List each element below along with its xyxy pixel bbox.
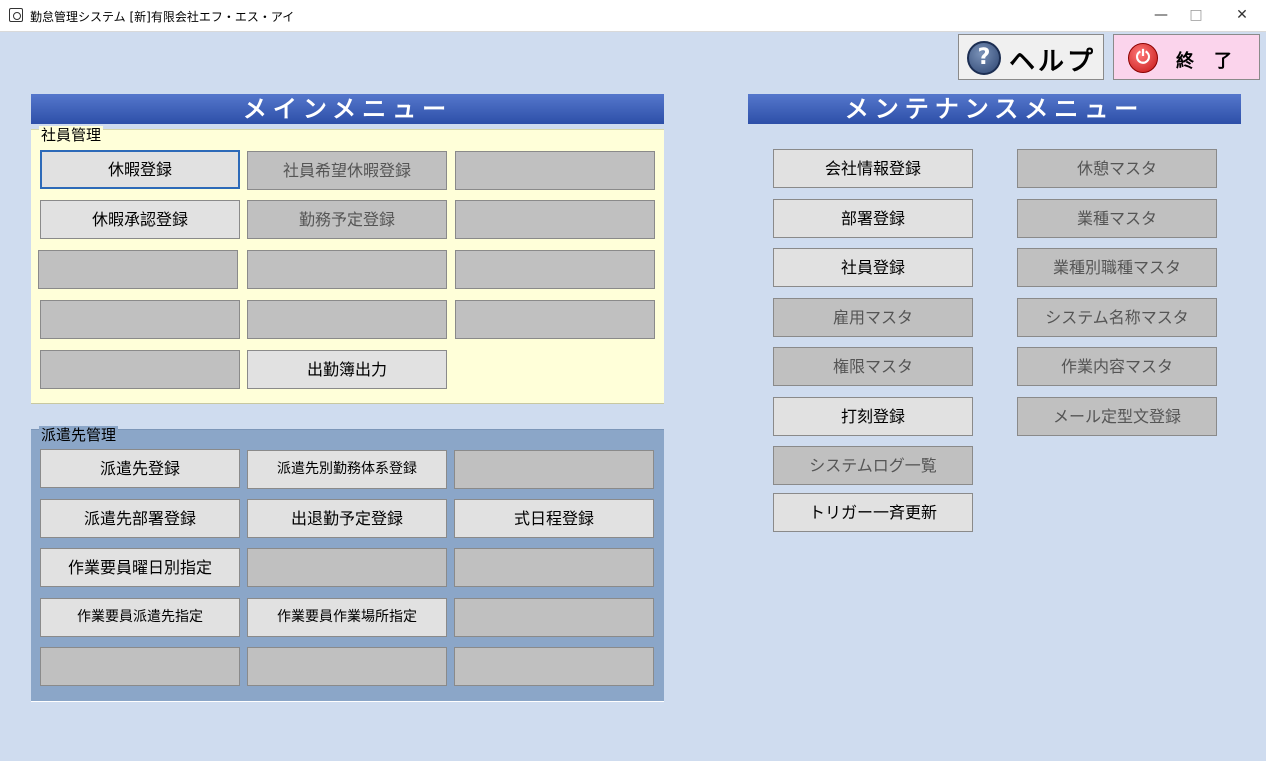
dispatch-button-5[interactable]: 式日程登録 xyxy=(454,499,654,538)
employee-button-3[interactable]: 休暇承認登録 xyxy=(40,200,240,239)
main-menu-header: メインメニュー xyxy=(31,94,664,124)
employee-button-2 xyxy=(455,151,655,190)
dispatch-button-4[interactable]: 出退勤予定登録 xyxy=(247,499,447,538)
employee-button-8 xyxy=(455,250,655,289)
employee-button-12 xyxy=(40,350,240,389)
dispatch-management-group: 派遣先管理 派遣先登録 派遣先別勤務体系登録 派遣先部署登録 出退勤予定登録 式日程登録… xyxy=(31,426,664,702)
dispatch-button-0[interactable]: 派遣先登録 xyxy=(40,449,240,488)
help-icon: ? xyxy=(967,41,1001,75)
maintenance-right-button-0[interactable]: 休憩マスタ xyxy=(1017,149,1217,188)
app-icon[interactable] xyxy=(9,8,23,22)
maintenance-right-button-5[interactable]: メール定型文登録 xyxy=(1017,397,1217,436)
dispatch-button-1[interactable]: 派遣先別勤務体系登録 xyxy=(247,450,447,489)
maintenance-left-button-5[interactable]: 打刻登録 xyxy=(773,397,973,436)
maintenance-left-button-2[interactable]: 社員登録 xyxy=(773,248,973,287)
title-bar: 勤怠管理システム [新]有限会社エフ・エス・アイ — □ ✕ xyxy=(0,0,1266,32)
exit-label: 終了 xyxy=(1176,51,1252,72)
maintenance-right-button-2[interactable]: 業種別職種マスタ xyxy=(1017,248,1217,287)
maintenance-menu-header: メンテナンスメニュー xyxy=(748,94,1241,124)
dispatch-management-label: 派遣先管理 xyxy=(39,426,119,444)
maintenance-right-button-4[interactable]: 作業内容マスタ xyxy=(1017,347,1217,386)
employee-button-4[interactable]: 勤務予定登録 xyxy=(247,200,447,239)
employee-button-13[interactable]: 出勤簿出力 xyxy=(247,350,447,389)
window-title: 勤怠管理システム [新]有限会社エフ・エス・アイ xyxy=(30,10,295,24)
dispatch-button-11 xyxy=(454,598,654,637)
dispatch-button-2 xyxy=(454,450,654,489)
employee-management-label: 社員管理 xyxy=(39,126,104,144)
employee-button-1[interactable]: 社員希望休暇登録 xyxy=(247,151,447,190)
power-icon: ⏻ xyxy=(1128,43,1158,73)
close-button[interactable]: ✕ xyxy=(1219,0,1265,31)
maintenance-left-button-3[interactable]: 雇用マスタ xyxy=(773,298,973,337)
employee-button-7 xyxy=(247,250,447,289)
dispatch-button-14 xyxy=(454,647,654,686)
maintenance-left-button-1[interactable]: 部署登録 xyxy=(773,199,973,238)
maintenance-right-button-1[interactable]: 業種マスタ xyxy=(1017,199,1217,238)
help-label: ヘルプ xyxy=(1009,47,1097,77)
maximize-button[interactable]: □ xyxy=(1173,0,1219,31)
dispatch-button-12 xyxy=(40,647,240,686)
employee-button-9 xyxy=(40,300,240,339)
maintenance-right-button-3[interactable]: システム名称マスタ xyxy=(1017,298,1217,337)
maintenance-left-button-7[interactable]: トリガー一斉更新 xyxy=(773,493,973,532)
employee-button-0[interactable]: 休暇登録 xyxy=(40,150,240,189)
dispatch-button-6[interactable]: 作業要員曜日別指定 xyxy=(40,548,240,587)
employee-button-5 xyxy=(455,200,655,239)
employee-button-6 xyxy=(38,250,238,289)
maintenance-left-button-6[interactable]: システムログ一覧 xyxy=(773,446,973,485)
dispatch-button-3[interactable]: 派遣先部署登録 xyxy=(40,499,240,538)
employee-button-10 xyxy=(247,300,447,339)
employee-button-11 xyxy=(455,300,655,339)
maintenance-left-button-0[interactable]: 会社情報登録 xyxy=(773,149,973,188)
exit-button[interactable]: ⏻ 終了 xyxy=(1113,34,1260,80)
dispatch-button-7 xyxy=(247,548,447,587)
help-button[interactable]: ? ヘルプ xyxy=(958,34,1104,80)
dispatch-button-9[interactable]: 作業要員派遣先指定 xyxy=(40,598,240,637)
dispatch-button-8 xyxy=(454,548,654,587)
client-area: ? ヘルプ ⏻ 終了 メインメニュー 社員管理 休暇登録 社員希望休暇登録 休暇承認… xyxy=(0,32,1266,761)
maintenance-left-button-4[interactable]: 権限マスタ xyxy=(773,347,973,386)
dispatch-button-13 xyxy=(247,647,447,686)
employee-management-group: 社員管理 休暇登録 社員希望休暇登録 休暇承認登録 勤務予定登録 出勤簿出力 xyxy=(31,126,664,404)
dispatch-button-10[interactable]: 作業要員作業場所指定 xyxy=(247,598,447,637)
